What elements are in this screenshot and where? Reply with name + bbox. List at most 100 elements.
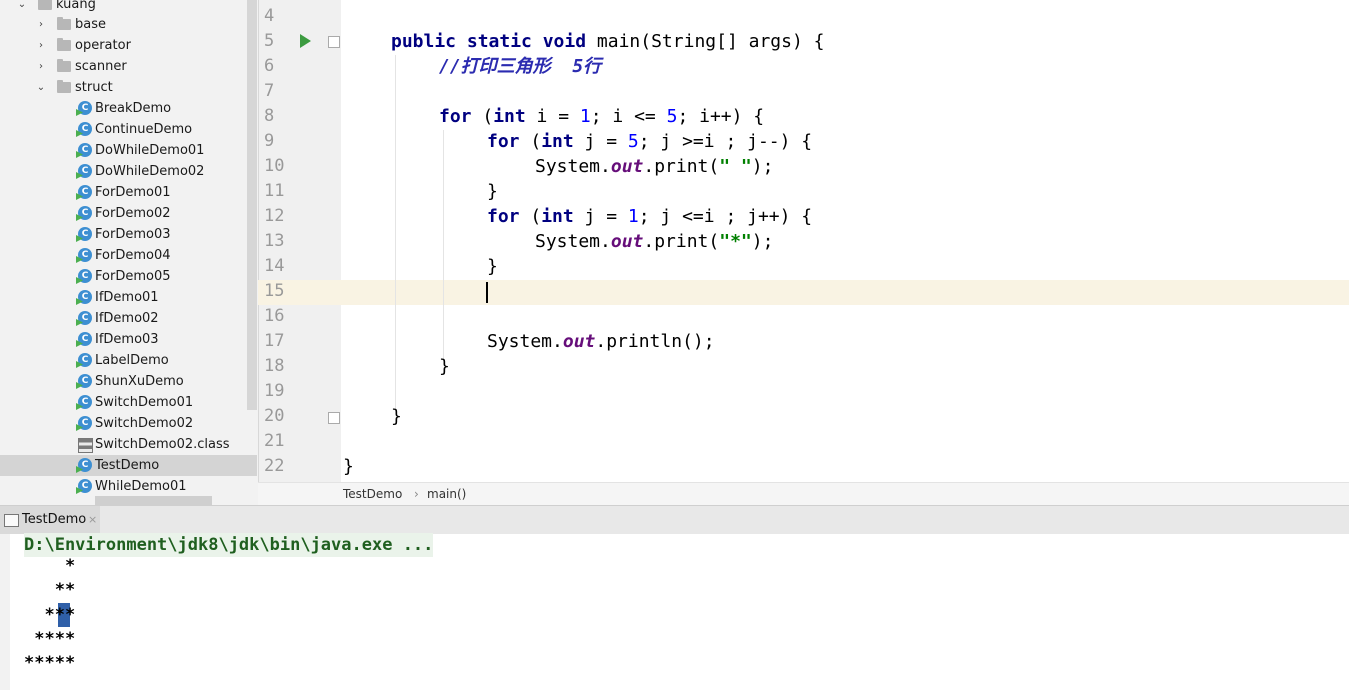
tree-item-label: SwitchDemo02	[95, 416, 194, 431]
java-class-icon: C	[78, 374, 92, 388]
tree-item-label: SwitchDemo02.class	[95, 437, 230, 452]
package-icon	[57, 17, 71, 30]
run-tab-testdemo[interactable]: TestDemo ×	[0, 506, 100, 534]
tree-item-label: operator	[75, 38, 131, 53]
line-number: 5	[264, 31, 275, 51]
tree-file-item[interactable]: C ContinueDemo	[0, 119, 257, 140]
tree-file-item[interactable]: C ShunXuDemo	[0, 371, 257, 392]
code-text: j =	[573, 131, 628, 152]
tree-item-label: ContinueDemo	[95, 122, 193, 137]
tree-file-item[interactable]: C DoWhileDemo01	[0, 140, 257, 161]
java-class-icon: C	[78, 416, 92, 430]
line-number: 9	[264, 131, 275, 151]
tree-file-item[interactable]: C DoWhileDemo02	[0, 161, 257, 182]
line-number: 16	[264, 306, 285, 326]
tree-file-item[interactable]: C LabelDemo	[0, 350, 257, 371]
code-keyword: for	[487, 131, 520, 152]
tree-horizontal-scrollbar[interactable]	[95, 496, 212, 505]
tree-item-label: ForDemo02	[95, 206, 171, 221]
code-text: System.	[535, 156, 611, 177]
tree-item-root[interactable]: ⌄ kuang	[0, 0, 257, 15]
tree-file-item[interactable]: C IfDemo02	[0, 308, 257, 329]
tree-file-item[interactable]: C ForDemo05	[0, 266, 257, 287]
tree-item-operator[interactable]: › operator	[0, 35, 257, 56]
tree-item-label: SwitchDemo01	[95, 395, 194, 410]
code-text: );	[751, 156, 774, 177]
tree-file-item[interactable]: C ForDemo03	[0, 224, 257, 245]
tree-item-base[interactable]: › base	[0, 14, 257, 35]
line-number: 10	[264, 156, 285, 176]
run-tab-label: TestDemo	[22, 512, 87, 527]
fold-icon[interactable]	[328, 36, 340, 48]
console-output-line: *****	[24, 653, 76, 673]
line-number: 11	[264, 181, 285, 201]
tree-item-label: IfDemo02	[95, 311, 159, 326]
java-class-icon: C	[78, 143, 92, 157]
tree-file-item[interactable]: C ForDemo02	[0, 203, 257, 224]
console-output-line: ***	[24, 605, 76, 625]
code-keyword: for	[439, 106, 472, 127]
console-output-line: ****	[24, 629, 76, 649]
line-number: 15	[264, 281, 285, 301]
java-class-icon: C	[78, 332, 92, 346]
code-text: ; j <=i ; j++) {	[638, 206, 813, 227]
code-line: }	[439, 356, 450, 377]
console-output[interactable]	[0, 534, 1349, 690]
code-keyword: for	[487, 206, 520, 227]
tree-file-item[interactable]: C SwitchDemo01	[0, 392, 257, 413]
fold-icon[interactable]	[328, 412, 340, 424]
code-line: System.out.println();	[487, 329, 715, 354]
class-file-icon	[78, 438, 93, 453]
code-text: ; j >=i ; j--) {	[638, 131, 813, 152]
tree-file-item[interactable]: C IfDemo03	[0, 329, 257, 350]
tree-file-item[interactable]: SwitchDemo02.class	[0, 434, 257, 455]
code-number: 1	[627, 206, 639, 227]
tree-item-label: BreakDemo	[95, 101, 172, 116]
code-text: (	[519, 131, 542, 152]
java-class-icon: C	[78, 122, 92, 136]
tree-file-item[interactable]: C ForDemo01	[0, 182, 257, 203]
chevron-right-icon[interactable]: ›	[35, 14, 47, 35]
java-class-icon: C	[78, 353, 92, 367]
close-icon[interactable]: ×	[88, 506, 97, 534]
code-string: "*"	[719, 231, 752, 252]
tree-file-item[interactable]: C SwitchDemo02	[0, 413, 257, 434]
java-class-icon: C	[78, 458, 92, 472]
indent-guide	[395, 55, 396, 410]
tree-file-item[interactable]: C ForDemo04	[0, 245, 257, 266]
folder-icon	[38, 0, 52, 10]
tree-item-label: IfDemo01	[95, 290, 159, 305]
code-line: }	[487, 181, 498, 202]
breadcrumb-item-class[interactable]: TestDemo	[343, 483, 402, 506]
java-class-icon: C	[78, 164, 92, 178]
line-number: 6	[264, 56, 275, 76]
code-text: System.	[487, 331, 563, 352]
code-keyword: int	[541, 206, 574, 227]
java-class-icon: C	[78, 479, 92, 493]
tree-file-item-selected[interactable]: C TestDemo	[0, 455, 257, 476]
chevron-down-icon[interactable]: ⌄	[16, 0, 28, 15]
chevron-right-icon[interactable]: ›	[35, 56, 47, 77]
breadcrumb-separator: ›	[414, 487, 419, 501]
tree-file-item[interactable]: C WhileDemo01	[0, 476, 257, 497]
line-number: 13	[264, 231, 285, 251]
java-class-icon: C	[78, 311, 92, 325]
code-text: main(String[] args) {	[586, 31, 825, 52]
tree-file-item[interactable]: C IfDemo01	[0, 287, 257, 308]
code-text: .println();	[595, 331, 715, 352]
tree-vertical-scrollbar[interactable]	[247, 0, 257, 410]
tree-item-struct[interactable]: ⌄ struct	[0, 77, 257, 98]
code-text: .print(	[643, 156, 720, 177]
chevron-down-icon[interactable]: ⌄	[35, 77, 47, 98]
code-field: out	[562, 331, 596, 352]
tree-file-item[interactable]: C BreakDemo	[0, 98, 257, 119]
tree-item-label: struct	[75, 80, 113, 95]
breadcrumb-item-method[interactable]: main()	[427, 483, 466, 506]
package-icon	[57, 38, 71, 51]
text-caret	[486, 282, 488, 303]
line-number: 21	[264, 431, 285, 451]
tree-item-label: DoWhileDemo01	[95, 143, 205, 158]
tree-item-scanner[interactable]: › scanner	[0, 56, 257, 77]
code-text: j =	[573, 206, 628, 227]
chevron-right-icon[interactable]: ›	[35, 35, 47, 56]
